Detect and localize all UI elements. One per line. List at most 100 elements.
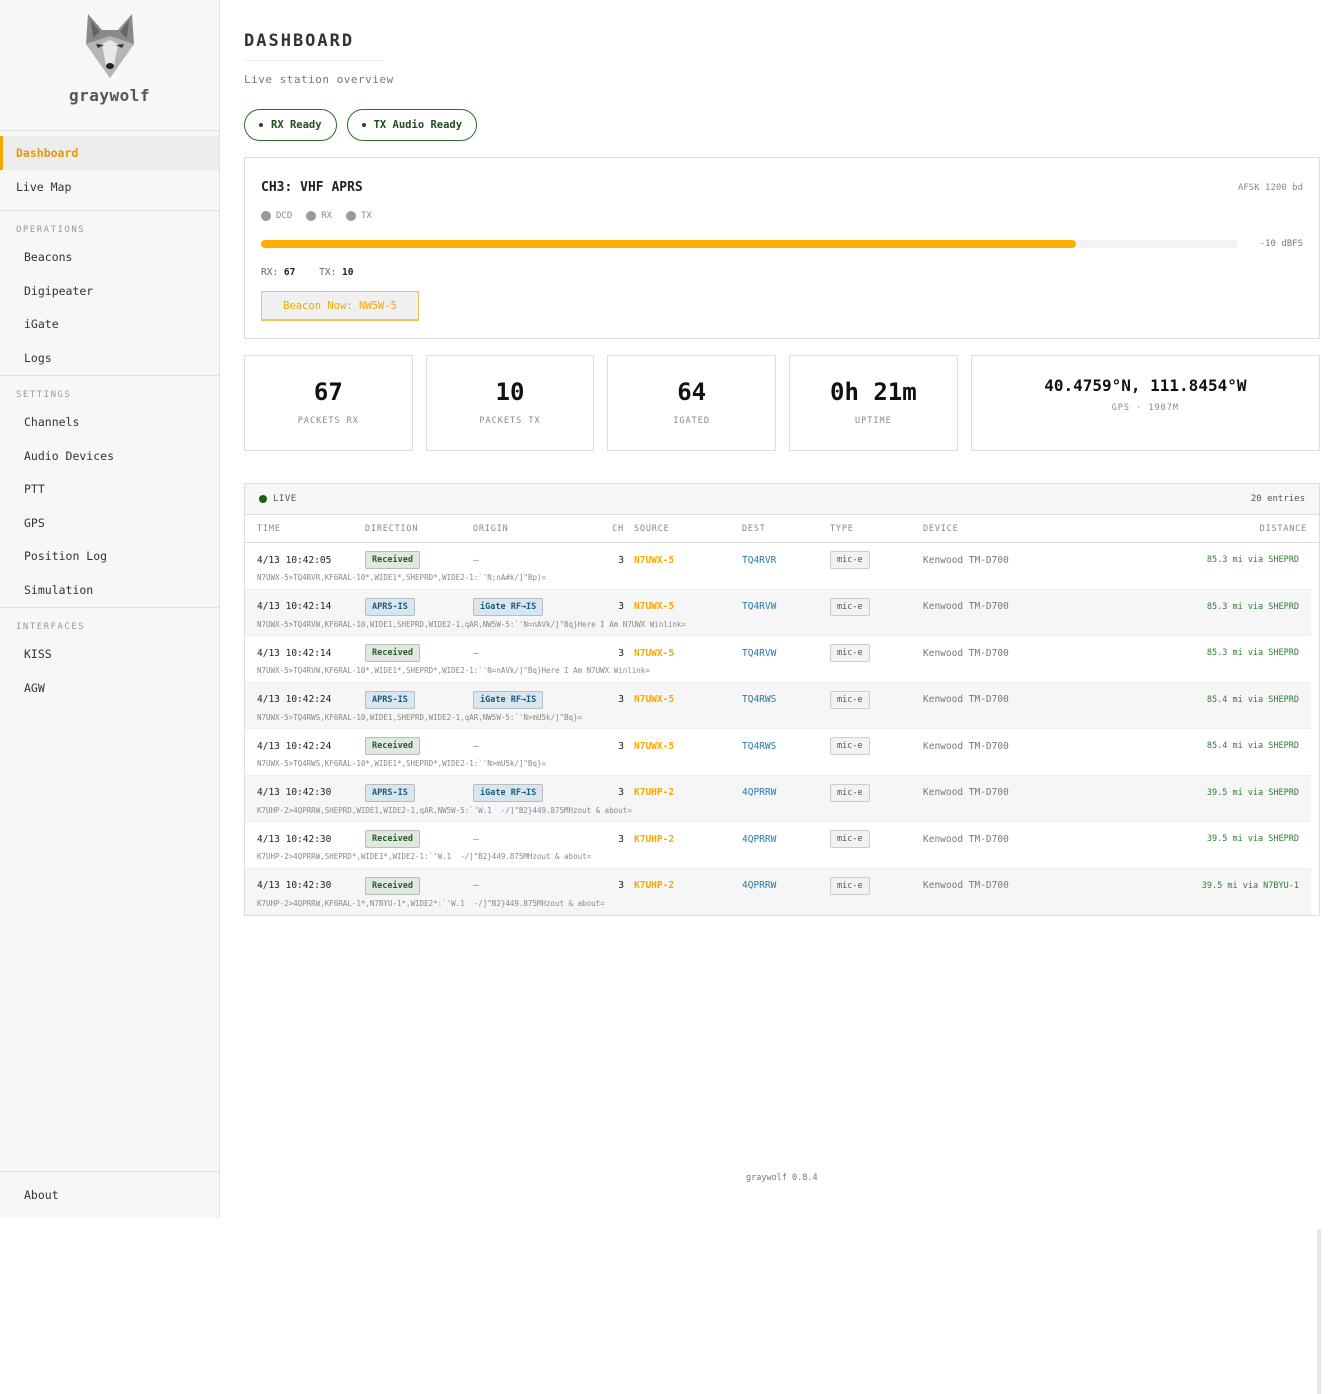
cell-direction: APRS-IS (365, 598, 473, 616)
cell-distance: 85.4 mi via SHEPRD (1123, 695, 1299, 705)
cell-source[interactable]: N7UWX-5 (634, 648, 742, 659)
nav-igate[interactable]: iGate (0, 308, 219, 342)
stat-value: 67 (245, 378, 412, 406)
cell-time: 4/13 10:42:30 (257, 880, 365, 891)
cell-source[interactable]: N7UWX-5 (634, 741, 742, 752)
section-title: OPERATIONS (0, 211, 219, 241)
cell-dest: 4QPRRW (742, 787, 830, 798)
cell-type: mic-e (830, 691, 923, 709)
cell-type: mic-e (830, 737, 923, 755)
origin-badge: iGate RF→IS (473, 784, 543, 802)
table-row[interactable]: 4/13 10:42:30 Received — 3 K7UHP-2 4QPRR… (245, 822, 1311, 869)
section-title: SETTINGS (0, 376, 219, 406)
raw-packet: N7UWX-5>TQ4RWS,KF6RAL-10,WIDE1,SHEPRD,WI… (245, 713, 1311, 722)
cell-source[interactable]: K7UHP-2 (634, 880, 742, 891)
nav-dashboard[interactable]: Dashboard (0, 136, 219, 170)
audio-level-meter (261, 240, 1238, 248)
nav-kiss[interactable]: KISS (0, 638, 219, 672)
tx-count: 10 (342, 267, 353, 278)
column-header[interactable]: SOURCE (634, 524, 742, 534)
led-dcd: DCD (261, 211, 292, 221)
cell-time: 4/13 10:42:05 (257, 555, 365, 566)
column-header[interactable]: DISTANCE (1123, 524, 1307, 534)
nav-logs[interactable]: Logs (0, 342, 219, 376)
stat-igated: 64IGATED (607, 355, 776, 451)
beacon-now-button[interactable]: Beacon Now: NW5W-5 (261, 291, 419, 321)
nav-live-map[interactable]: Live Map (0, 170, 219, 204)
cell-device: Kenwood TM-D700 (923, 601, 1123, 612)
audio-level-label: -10 dBFS (1260, 239, 1303, 249)
cell-source[interactable]: N7UWX-5 (634, 601, 742, 612)
cell-channel: 3 (597, 694, 634, 705)
type-badge: mic-e (830, 737, 870, 755)
nav-agw[interactable]: AGW (0, 672, 219, 706)
nav-position-log[interactable]: Position Log (0, 540, 219, 574)
cell-direction: APRS-IS (365, 784, 473, 802)
column-header[interactable]: TYPE (830, 524, 923, 534)
nav-audio-devices[interactable]: Audio Devices (0, 440, 219, 474)
nav-ptt[interactable]: PTT (0, 473, 219, 507)
cell-source[interactable]: K7UHP-2 (634, 834, 742, 845)
direction-badge: Received (365, 830, 420, 848)
type-badge: mic-e (830, 644, 870, 662)
channel-mode: AFSK 1200 bd (1238, 183, 1303, 193)
nav-simulation[interactable]: Simulation (0, 574, 219, 608)
cell-time: 4/13 10:42:24 (257, 741, 365, 752)
led-rx: RX (306, 211, 332, 221)
cell-dest: TQ4RVW (742, 601, 830, 612)
cell-source[interactable]: K7UHP-2 (634, 787, 742, 798)
log-scrollbar[interactable] (1317, 1229, 1321, 1394)
table-body: 4/13 10:42:05 Received — 3 N7UWX-5 TQ4RV… (245, 543, 1319, 915)
tx-label: TX: (319, 267, 336, 278)
origin-text: — (473, 834, 479, 845)
origin-badge: iGate RF→IS (473, 598, 543, 616)
raw-packet: N7UWX-5>TQ4RVW,KF6RAL-10*,WIDE1*,SHEPRD*… (245, 666, 1311, 675)
origin-badge: iGate RF→IS (473, 691, 543, 709)
column-header[interactable]: CH (597, 524, 634, 534)
table-row[interactable]: 4/13 10:42:05 Received — 3 N7UWX-5 TQ4RV… (245, 543, 1311, 590)
table-row[interactable]: 4/13 10:42:30 APRS-IS iGate RF→IS 3 K7UH… (245, 776, 1311, 823)
nav-beacons[interactable]: Beacons (0, 241, 219, 275)
column-header[interactable]: ORIGIN (473, 524, 597, 534)
led-icon (346, 211, 356, 221)
cell-origin: — (473, 834, 597, 845)
cell-dest: TQ4RVR (742, 555, 830, 566)
origin-text: — (473, 741, 479, 752)
raw-packet: K7UHP-2>4QPRRW,SHEPRD*,WIDE1*,WIDE2-1:`'… (245, 852, 1311, 861)
table-row[interactable]: 4/13 10:42:30 Received — 3 K7UHP-2 4QPRR… (245, 869, 1311, 916)
table-row[interactable]: 4/13 10:42:24 Received — 3 N7UWX-5 TQ4RW… (245, 729, 1311, 776)
column-header[interactable]: DEST (742, 524, 830, 534)
stat-value: 64 (608, 378, 775, 406)
column-header[interactable]: TIME (257, 524, 365, 534)
nav-section-interfaces: INTERFACES KISS AGW (0, 608, 219, 705)
nav-channels[interactable]: Channels (0, 406, 219, 440)
cell-channel: 3 (597, 648, 634, 659)
pill-label: RX Ready (271, 119, 322, 131)
stat-uptime: 0h 21mUPTIME (789, 355, 958, 451)
stat-gps: 40.4759°N, 111.8454°WGPS · 1907M (971, 355, 1320, 451)
led-icon (306, 211, 316, 221)
cell-time: 4/13 10:42:24 (257, 694, 365, 705)
cell-direction: Received (365, 644, 473, 662)
column-header[interactable]: DIRECTION (365, 524, 473, 534)
direction-badge: Received (365, 737, 420, 755)
table-row[interactable]: 4/13 10:42:24 APRS-IS iGate RF→IS 3 N7UW… (245, 683, 1311, 730)
page-subtitle: Live station overview (244, 73, 1320, 86)
stat-packets-tx: 10PACKETS TX (426, 355, 595, 451)
table-row[interactable]: 4/13 10:42:14 APRS-IS iGate RF→IS 3 N7UW… (245, 590, 1311, 637)
cell-origin: iGate RF→IS (473, 691, 597, 709)
nav-about[interactable]: About (0, 1171, 219, 1218)
table-row[interactable]: 4/13 10:42:14 Received — 3 N7UWX-5 TQ4RV… (245, 636, 1311, 683)
cell-dest: 4QPRRW (742, 880, 830, 891)
cell-source[interactable]: N7UWX-5 (634, 694, 742, 705)
cell-type: mic-e (830, 784, 923, 802)
raw-packet: K7UHP-2>4QPRRW,SHEPRD,WIDE1,WIDE2-1,qAR,… (245, 806, 1311, 815)
status-dot-icon (259, 123, 263, 127)
raw-packet: N7UWX-5>TQ4RVR,KF6RAL-10*,WIDE1*,SHEPRD*… (245, 573, 1311, 582)
nav-digipeater[interactable]: Digipeater (0, 275, 219, 309)
stat-label: PACKETS TX (427, 416, 594, 426)
origin-text: — (473, 880, 479, 891)
nav-gps[interactable]: GPS (0, 507, 219, 541)
cell-source[interactable]: N7UWX-5 (634, 555, 742, 566)
column-header[interactable]: DEVICE (923, 524, 1123, 534)
